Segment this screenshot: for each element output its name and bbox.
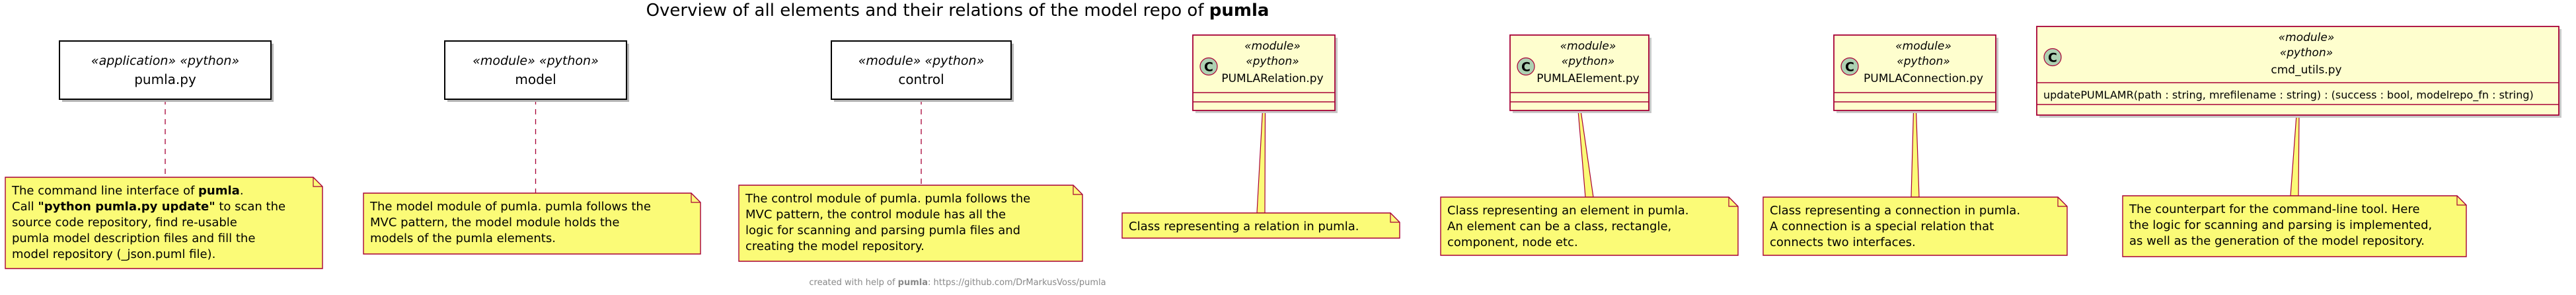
note-text: MVC pattern, the control module has all … [745,208,1006,222]
note-line: MVC pattern, the control module has all … [745,208,1006,222]
class-circle-letter: C [1521,60,1531,75]
class-stereotype: «python» [2280,46,2333,60]
note-line: component, node etc. [1447,235,1578,249]
note-text: to scan the [215,200,286,214]
diagram-title-prefix: Overview of all elements and their relat… [646,1,1209,21]
note-text: connects two interfaces. [1770,235,1916,249]
diagram-title-name: pumla [1209,1,1269,21]
component-box [59,40,272,100]
class-name: PUMLAElement.py [1536,72,1640,85]
component-stereotype: «module» «python» [473,54,599,68]
note-line: source code repository, find re-usable [12,216,237,230]
note-text: . [240,184,244,198]
class-stereotype: «module» [2279,31,2335,44]
note-line: Class representing a relation in pumla. [1129,220,1359,233]
note-line: The command line interface of pumla. [11,184,244,198]
note-line: pumla model description files and fill t… [12,232,255,245]
component-box [831,40,1012,100]
uml-diagram: Overview of all elements and their relat… [0,0,2576,295]
footer-name: pumla [898,278,928,288]
note-line: The model module of pumla. pumla follows… [369,200,651,214]
note-text: The counterpart for the command-line too… [2129,202,2420,216]
note-text: An element can be a class, rectangle, [1447,220,1671,233]
note-text: MVC pattern, the model module holds the [370,216,619,230]
note-line: the logic for scanning and parsing is im… [2129,218,2432,232]
note-text: models of the pumla elements. [370,232,556,245]
note-text: as well as the generation of the model r… [2129,234,2425,248]
class-stereotype: «module» [1244,40,1301,53]
component-stereotype: «application» «python» [91,54,239,68]
note-text-bold: pumla [198,184,240,198]
component-stereotype: «module» «python» [858,54,985,68]
note-line: Class representing an element in pumla. [1447,204,1689,218]
class-method: updatePUMLAMR(path : string, mrefilename… [2043,89,2534,102]
note-text: The model module of pumla. pumla follows… [369,200,651,214]
note-line: models of the pumla elements. [370,232,556,245]
note-text: A connection is a special relation that [1770,220,1994,233]
diagram-footer: created with help of pumla: https://gith… [809,278,1106,288]
footer-suffix: : https://github.com/DrMarkusVoss/pumla [928,278,1106,288]
class-name: PUMLARelation.py [1221,72,1323,85]
class-stereotype: «python» [1246,55,1299,68]
diagram-title: Overview of all elements and their relat… [646,1,1269,21]
note-line: creating the model repository. [745,239,925,253]
note-text: creating the model repository. [745,239,925,253]
note-text-bold: "python pumla.py update" [38,200,215,214]
note-line: model repository (_json.puml file). [12,247,215,261]
note-line: connects two interfaces. [1770,235,1916,249]
note-line: as well as the generation of the model r… [2129,234,2425,248]
note-text: The command line interface of [11,184,198,198]
note-line: The counterpart for the command-line too… [2129,202,2420,216]
class-circle-letter: C [1845,60,1854,75]
class-stereotype: «module» [1895,40,1951,53]
class-stereotype: «python» [1562,55,1614,68]
note-line: The control module of pumla. pumla follo… [745,192,1030,206]
class-name: PUMLAConnection.py [1864,72,1983,85]
note-text: Class representing a connection in pumla… [1770,204,2020,218]
class-circle-letter: C [2048,51,2057,65]
class-circle-letter: C [1204,60,1213,75]
note-text: Call [12,200,38,214]
note-text: source code repository, find re-usable [12,216,237,230]
class-name: cmd_utils.py [2271,63,2341,77]
note-text: Class representing an element in pumla. [1447,204,1689,218]
note-text: logic for scanning and parsing pumla fil… [745,224,1020,237]
note-line: A connection is a special relation that [1770,220,1994,233]
note-text: component, node etc. [1447,235,1578,249]
class-stereotype: «python» [1897,55,1950,68]
note-line: An element can be a class, rectangle, [1447,220,1671,233]
note-text: model repository (_json.puml file). [12,247,215,261]
footer-prefix: created with help of [809,278,897,288]
note-line: logic for scanning and parsing pumla fil… [745,224,1020,237]
component-name: control [898,71,944,87]
note-line: Call "python pumla.py update" to scan th… [12,200,285,214]
component-name: pumla.py [134,71,196,87]
note-text: pumla model description files and fill t… [12,232,255,245]
note-line: Class representing a connection in pumla… [1770,204,2020,218]
component-box [444,40,627,100]
note-text: The control module of pumla. pumla follo… [745,192,1030,206]
component-name: model [515,71,556,87]
class-stereotype: «module» [1560,40,1616,53]
note-text: Class representing a relation in pumla. [1129,220,1359,233]
note-text: the logic for scanning and parsing is im… [2129,218,2432,232]
note-line: MVC pattern, the model module holds the [370,216,619,230]
